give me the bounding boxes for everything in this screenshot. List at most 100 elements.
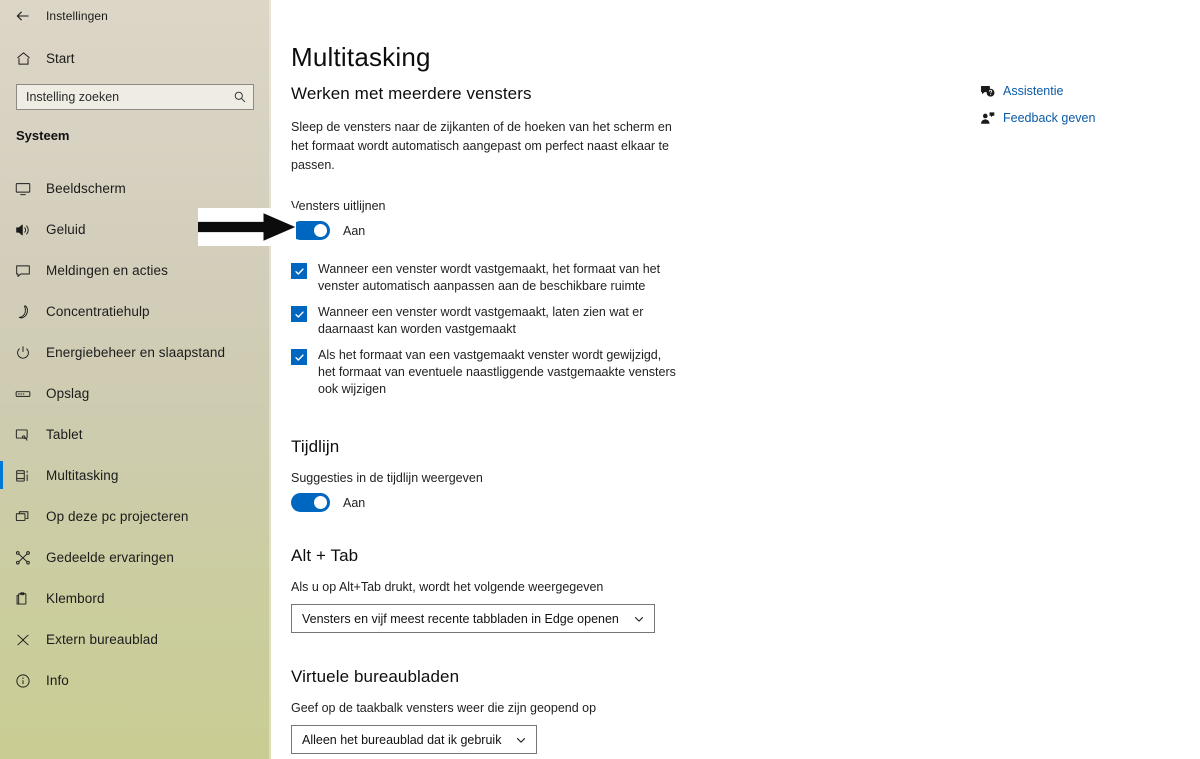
snap-checkbox-auto-resize[interactable]: Wanneer een venster wordt vastgemaakt, h… xyxy=(291,261,691,295)
titlebar: Instellingen xyxy=(0,0,271,32)
snap-checkbox-show-adjacent[interactable]: Wanneer een venster wordt vastgemaakt, l… xyxy=(291,304,691,338)
sidebar-item-energiebeheer-en-slaapstand[interactable]: Energiebeheer en slaapstand xyxy=(0,332,271,373)
sidebar-item-label: Opslag xyxy=(46,386,90,401)
help-link-label: Assistentie xyxy=(1003,84,1064,98)
sidebar-section-title: Systeem xyxy=(16,128,70,143)
sidebar: Instellingen Start Instelling zoeken Sys… xyxy=(0,0,271,759)
sidebar-item-label: Multitasking xyxy=(46,468,119,483)
storage-icon xyxy=(0,385,46,403)
selection-indicator xyxy=(0,502,3,530)
timeline-suggestions-toggle[interactable] xyxy=(291,493,330,512)
clipboard-icon xyxy=(0,590,46,608)
snap-checkbox-resize-adjacent[interactable]: Als het formaat van een vastgemaakt vens… xyxy=(291,347,691,398)
section-alt-tab: Alt + Tab Als u op Alt+Tab drukt, wordt … xyxy=(291,546,691,633)
selection-indicator xyxy=(0,420,3,448)
sidebar-item-label: Geluid xyxy=(46,222,86,237)
help-link-feedback[interactable]: Feedback geven xyxy=(979,105,1189,131)
selection-indicator xyxy=(0,543,3,571)
sidebar-item-label: Meldingen en acties xyxy=(46,263,168,278)
sidebar-item-home-label: Start xyxy=(46,50,75,66)
sidebar-item-tablet[interactable]: Tablet xyxy=(0,414,271,455)
sidebar-item-klembord[interactable]: Klembord xyxy=(0,578,271,619)
toggle-knob xyxy=(314,224,327,237)
selection-indicator xyxy=(0,174,3,202)
section-snap-heading: Werken met meerdere vensters xyxy=(291,84,532,103)
moon-icon xyxy=(0,303,46,321)
help-link-assistentie[interactable]: Assistentie xyxy=(979,78,1189,104)
selection-indicator xyxy=(0,666,3,694)
alt-tab-dropdown[interactable]: Vensters en vijf meest recente tabbladen… xyxy=(291,604,655,633)
sidebar-item-label: Beeldscherm xyxy=(46,181,126,196)
snap-windows-toggle[interactable] xyxy=(291,221,330,240)
tablet-icon xyxy=(0,426,46,444)
checkbox-label: Wanneer een venster wordt vastgemaakt, h… xyxy=(318,262,661,293)
help-link-label: Feedback geven xyxy=(1003,111,1096,125)
snap-toggle-state: Aan xyxy=(343,223,366,238)
virtual-desktops-description: Geef op de taakbalk vensters weer die zi… xyxy=(291,701,597,715)
toggle-knob xyxy=(314,496,327,509)
checkbox-checked-icon[interactable] xyxy=(291,349,307,365)
snap-checkbox-list: Wanneer een venster wordt vastgemaakt, h… xyxy=(291,261,691,398)
section-timeline-heading: Tijdlijn xyxy=(291,437,340,456)
home-icon xyxy=(0,50,46,67)
sidebar-item-beeldscherm[interactable]: Beeldscherm xyxy=(0,168,271,209)
sidebar-item-meldingen-en-acties[interactable]: Meldingen en acties xyxy=(0,250,271,291)
selection-indicator xyxy=(0,625,3,653)
search-icon[interactable] xyxy=(227,85,253,109)
feedback-person-icon xyxy=(979,110,1003,127)
virtual-desktops-dropdown-value: Alleen het bureaublad dat ik gebruik xyxy=(302,732,502,747)
sidebar-item-concentratiehulp[interactable]: Concentratiehulp xyxy=(0,291,271,332)
snap-toggle-row: Aan xyxy=(291,221,691,240)
shared-experiences-icon xyxy=(0,549,46,567)
sidebar-item-label: Extern bureaublad xyxy=(46,632,159,647)
alt-tab-dropdown-value: Vensters en vijf meest recente tabbladen… xyxy=(302,611,619,626)
timeline-toggle-row: Aan xyxy=(291,493,691,512)
selection-indicator xyxy=(0,379,3,407)
sidebar-item-op-deze-pc-projecteren[interactable]: Op deze pc projecteren xyxy=(0,496,271,537)
sidebar-item-extern-bureaublad[interactable]: Extern bureaublad xyxy=(0,619,271,660)
selection-indicator xyxy=(0,297,3,325)
sidebar-item-opslag[interactable]: Opslag xyxy=(0,373,271,414)
notification-icon xyxy=(0,262,46,280)
selection-indicator xyxy=(0,461,3,489)
sidebar-item-info[interactable]: Info xyxy=(0,660,271,701)
multitasking-icon xyxy=(0,467,46,485)
virtual-desktops-dropdown[interactable]: Alleen het bureaublad dat ik gebruik xyxy=(291,725,538,754)
sidebar-item-label: Concentratiehulp xyxy=(46,304,150,319)
speaker-icon xyxy=(0,221,46,239)
alt-tab-description: Als u op Alt+Tab drukt, wordt het volgen… xyxy=(291,580,604,594)
checkbox-checked-icon[interactable] xyxy=(291,306,307,322)
section-alt-tab-heading: Alt + Tab xyxy=(291,546,359,565)
snap-toggle-label: Vensters uitlijnen xyxy=(291,199,386,213)
chevron-down-icon xyxy=(633,613,645,625)
search-input[interactable]: Instelling zoeken xyxy=(16,84,254,110)
sidebar-item-label: Info xyxy=(46,673,69,688)
sidebar-item-home[interactable]: Start xyxy=(0,45,271,71)
help-panel: Assistentie Feedback geven xyxy=(979,78,1189,132)
sidebar-nav-list: Beeldscherm Geluid Meldingen en acties C… xyxy=(0,168,271,701)
section-virtual-desktops-heading: Virtuele bureaubladen xyxy=(291,667,460,686)
sidebar-item-label: Energiebeheer en slaapstand xyxy=(46,345,226,360)
monitor-icon xyxy=(0,180,46,198)
section-virtual-desktops: Virtuele bureaubladen Geef op de taakbal… xyxy=(291,667,691,754)
page-title: Multitasking xyxy=(291,42,431,72)
sidebar-item-multitasking[interactable]: Multitasking xyxy=(0,455,271,496)
timeline-toggle-state: Aan xyxy=(343,495,366,510)
chevron-down-icon xyxy=(515,734,527,746)
sidebar-item-label: Gedeelde ervaringen xyxy=(46,550,174,565)
remote-desktop-icon xyxy=(0,631,46,649)
selection-indicator xyxy=(0,215,3,243)
sidebar-item-gedeelde-ervaringen[interactable]: Gedeelde ervaringen xyxy=(0,537,271,578)
settings-column: Werken met meerdere vensters Sleep de ve… xyxy=(291,84,691,754)
back-arrow-icon[interactable] xyxy=(0,0,46,32)
section-snap-description: Sleep de vensters naar de zijkanten of d… xyxy=(291,120,672,172)
sidebar-item-label: Tablet xyxy=(46,427,83,442)
checkbox-checked-icon[interactable] xyxy=(291,263,307,279)
search-input-value[interactable]: Instelling zoeken xyxy=(17,90,227,104)
project-icon xyxy=(0,508,46,526)
selection-indicator xyxy=(0,338,3,366)
app-title: Instellingen xyxy=(46,9,108,23)
